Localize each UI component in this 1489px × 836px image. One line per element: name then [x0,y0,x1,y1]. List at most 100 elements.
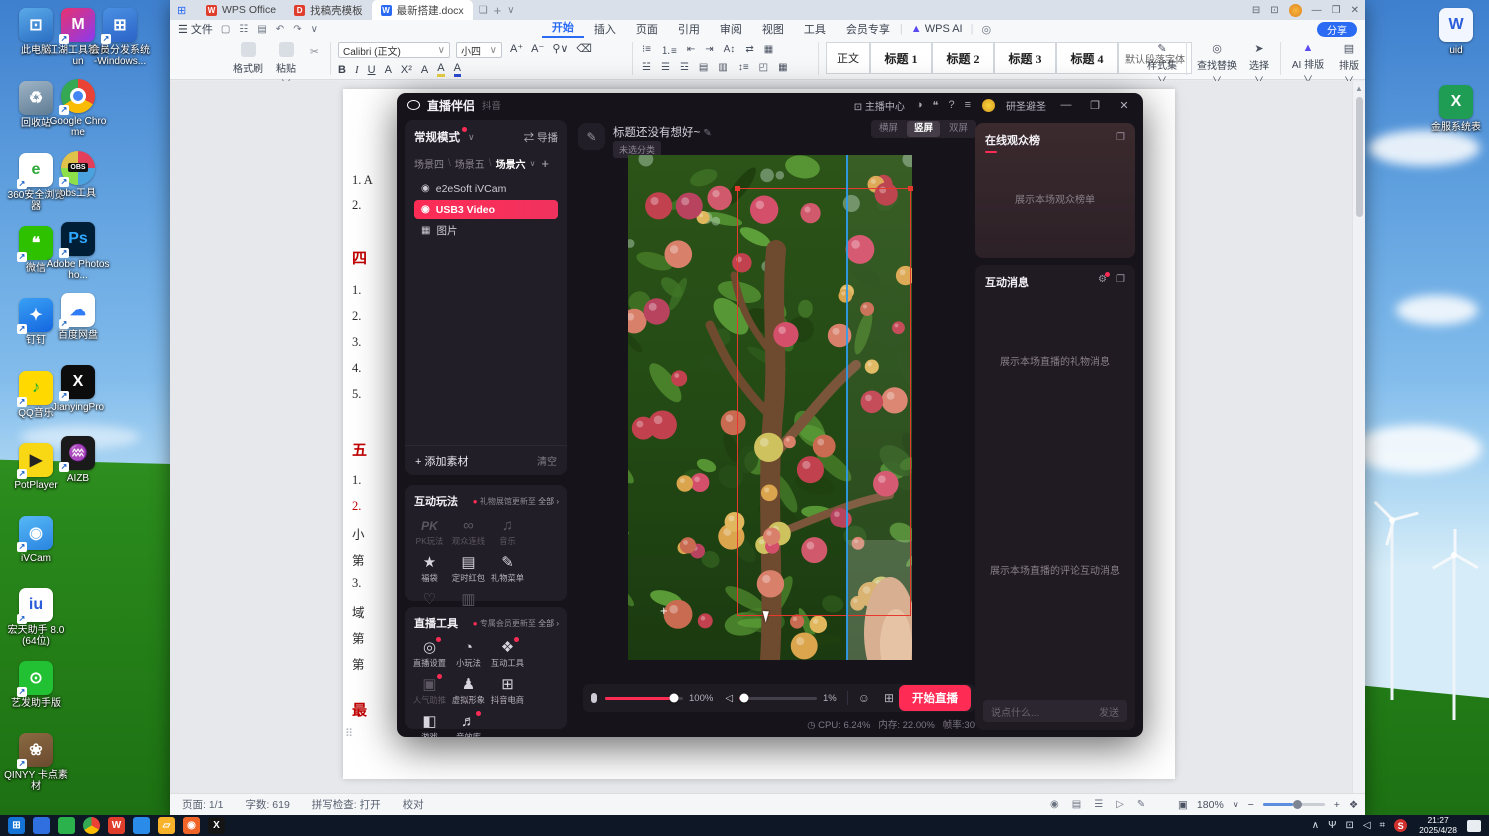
feature-福袋[interactable]: ★ 福袋 [410,553,449,583]
font-size-select[interactable]: 小四 ∨ [456,42,502,58]
menu-开始[interactable]: 开始 [541,20,584,38]
paragraph-tool-4[interactable]: ▥ [718,62,727,73]
taskbar-dingtalk[interactable] [133,817,150,834]
robot-icon[interactable]: ⊡ [1270,5,1278,16]
font-button-1[interactable]: I [355,64,359,76]
taskbar-wps[interactable]: W [108,817,125,834]
paragraph-tool-0[interactable]: ⁝≡ [642,44,651,55]
font-button-5[interactable]: A [421,64,428,76]
fit-page-icon[interactable]: ▣ [1178,799,1188,811]
messages-settings-gear-icon[interactable]: ⚙ [1098,272,1110,285]
taskbar-jianying[interactable]: X [208,817,225,834]
font-name-select[interactable]: Calibri (正文) ∨ [338,42,450,58]
tab-comment-icon[interactable]: ❏ [479,5,488,16]
font-button-0[interactable]: B [338,64,346,76]
stream-title[interactable]: 标题还没有想好~ ✎ [613,124,712,140]
paragraph-tool-4[interactable]: A↕ [724,44,736,55]
quick-access-icon[interactable]: ▤ [257,24,266,35]
vertical-scrollbar[interactable]: ▲ [1352,81,1365,793]
status-1[interactable]: 字数: 619 [245,797,289,812]
paragraph-tool-6[interactable]: ▦ [764,44,773,55]
window-minimize-button[interactable]: — [1312,5,1322,16]
taskbar-app-orange[interactable]: ◉ [183,817,200,834]
feature-游戏[interactable]: ◧ 游戏 [410,712,449,737]
status-0[interactable]: 页面: 1/1 [182,797,223,812]
video-preview[interactable]: + [410,93,1139,737]
tools-section-more[interactable]: ● 专属会员更新至 全部 › [473,618,559,629]
beauty-icon[interactable]: ☺ [858,691,870,705]
feature-抖音电商[interactable]: ⊞ 抖音电商 [488,675,527,705]
cut-icon[interactable]: ✂ [310,46,319,58]
style-标题 3[interactable]: 标题 3 [994,42,1056,74]
viewers-title[interactable]: 在线观众榜 [985,132,1040,148]
speaker-icon[interactable]: ◁ [725,693,733,704]
feature-PK玩法[interactable]: PK PK玩法 [410,516,449,546]
menu-页面[interactable]: 页面 [626,21,668,37]
feature-音效库[interactable]: ♬ 音效库 [449,711,488,737]
window-close-button[interactable]: ✕ [1351,5,1359,16]
menu-工具[interactable]: 工具 [794,21,836,37]
send-button[interactable]: 发送 [1099,704,1119,719]
paragraph-tool-5[interactable]: ↕≡ [738,62,749,73]
ai-layout-button[interactable]: ▲AI 排版 ∨ [1286,42,1330,86]
selection-rect[interactable] [737,188,911,616]
quick-access-icon[interactable]: ↷ [293,24,301,35]
taskbar-clock[interactable]: 21:27 2025/4/28 [1419,815,1457,835]
paragraph-tool-2[interactable]: ⇤ [687,44,695,55]
status-3[interactable]: 校对 [403,797,424,812]
desktop-icon-GoogleChro[interactable]: ↗ Google Chrome [46,79,110,138]
mode-select[interactable]: 常规模式 [414,127,467,145]
quick-access-icon[interactable]: ▢ [221,24,230,35]
scroll-up-arrow[interactable]: ▲ [1353,84,1365,93]
desktop-icon-uid[interactable]: Wuid [1424,8,1488,56]
edit-title-card[interactable]: ✎ [578,123,605,150]
search-icon[interactable]: ◎ [981,23,991,36]
add-scene-button[interactable]: + [541,156,549,171]
tray-chevron-icon[interactable]: ∧ [1312,820,1319,831]
app-title-bar[interactable]: 直播伴侣 抖音 ⊡ 主播中心 ◑ ❝? ≡ 研圣避圣 — ❐ ✕ [397,93,1143,117]
feature-互动工具[interactable]: ❖ 互动工具 [488,637,527,668]
view-mode-icon-1[interactable]: ▤ [1072,799,1081,810]
messages-popout-icon[interactable]: ❐ [1116,274,1125,285]
messages-title[interactable]: 互动消息 [985,274,1029,290]
format-painter-button[interactable]: 格式刷 [232,42,264,75]
add-material-button[interactable]: + 添加素材 [415,453,469,469]
start-live-button[interactable]: 开始直播 [899,685,971,711]
screen-mode-竖屏[interactable]: 竖屏 [907,121,941,137]
home-grid-icon[interactable]: ⊞ [177,4,193,17]
quick-access-icon[interactable]: ∨ [311,24,318,35]
style-标题 1[interactable]: 标题 1 [870,42,932,74]
tab-list-caret[interactable]: ∨ [507,5,514,16]
desktop-icon-JianyingPr[interactable]: X ↗ JianyingPro [46,364,110,413]
wps-ai-menu[interactable]: ▲ WPS AI [911,23,963,35]
zoom-out-button[interactable]: − [1248,799,1254,811]
layout-icon[interactable]: ⊟ [1252,5,1260,16]
taskbar-chrome[interactable] [83,817,100,834]
window-maximize-button[interactable]: ❐ [1332,5,1341,16]
share-button[interactable]: 分享 [1317,21,1357,37]
tray-network-icon[interactable]: ⌗ [1380,820,1386,831]
help-icon[interactable]: ? [948,99,954,111]
new-tab-button[interactable]: + [494,3,502,18]
microphone-icon[interactable] [591,693,597,703]
file-menu[interactable]: ☰ 文件 [170,21,221,37]
paragraph-tool-3[interactable]: ⇥ [705,44,713,55]
director-button[interactable]: ⇄ 导播 [524,130,558,145]
anchor-center-link[interactable]: ⊡ 主播中心 [854,98,905,113]
style-标题 2[interactable]: 标题 2 [932,42,994,74]
status-2[interactable]: 拼写检查: 打开 [312,797,381,812]
feature-定时红包[interactable]: ▤ 定时红包 [449,553,488,583]
font-button-6[interactable]: A [437,62,445,77]
app-maximize-button[interactable]: ❐ [1086,99,1104,112]
sogou-tray-icon[interactable]: S [1394,819,1408,832]
font-button-4[interactable]: X² [401,64,412,76]
desktop-icon-艺发助手版[interactable]: ⊙ ↗ 艺发助手版 [4,660,68,709]
popout-icon[interactable]: ❐ [1116,132,1125,143]
taskbar-app-blue[interactable] [33,817,50,834]
scene-tab-场景四[interactable]: 场景四 [414,156,444,171]
app-minimize-button[interactable]: — [1057,99,1075,111]
mode-caret-icon[interactable]: ∨ [468,132,475,143]
zoom-slider[interactable] [1262,800,1325,809]
wps-tab-1[interactable]: D 找稿壳模板 [285,0,372,20]
desktop-icon-QINYY卡点素材[interactable]: ❀ ↗ QINYY 卡点素材 [4,733,68,792]
